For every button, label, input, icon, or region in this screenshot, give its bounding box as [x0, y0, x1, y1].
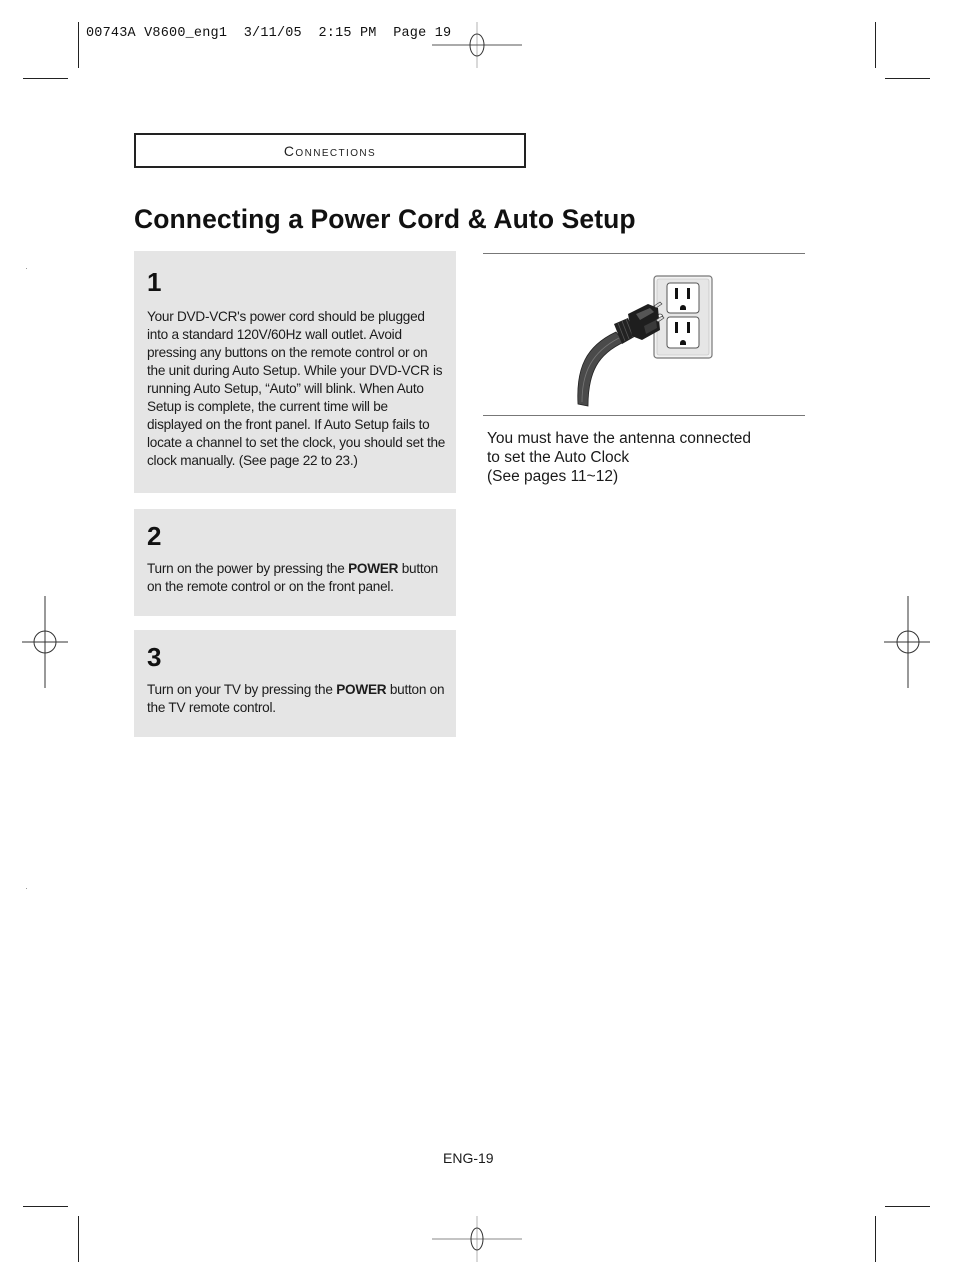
crop-mark — [885, 78, 930, 79]
registration-mark-top — [432, 22, 522, 68]
step-text: Turn on the power by pressing the POWER … — [147, 560, 446, 596]
step-text-body: Turn on the power by pressing the — [147, 561, 349, 576]
page-number: ENG-19 — [443, 1150, 494, 1166]
step-text: Your DVD-VCR's power cord should be plug… — [147, 308, 446, 470]
step-text: Turn on your TV by pressing the POWER bu… — [147, 681, 446, 717]
step-text-body: Turn on your TV by pressing the — [147, 682, 337, 697]
crop-mark — [78, 22, 79, 68]
crop-mark — [23, 78, 68, 79]
slug-time: 2:15 PM — [318, 26, 377, 41]
step-box-1: 1 Your DVD-VCR's power cord should be pl… — [134, 251, 456, 493]
registration-mark-right — [884, 596, 930, 688]
note-line: to set the Auto Clock — [487, 449, 630, 466]
registration-mark-left — [22, 596, 68, 688]
print-speck — [26, 268, 27, 269]
step-box-3: 3 Turn on your TV by pressing the POWER … — [134, 630, 456, 737]
note-line: You must have the antenna connected — [487, 430, 751, 447]
antenna-note: You must have the antenna connected to s… — [487, 429, 751, 486]
divider-top — [483, 253, 805, 254]
crop-mark — [885, 1206, 930, 1207]
crop-mark — [23, 1206, 68, 1207]
step-text-body: Your DVD-VCR's power cord should be plug… — [147, 309, 446, 468]
crop-mark — [875, 1216, 876, 1262]
power-keyword: POWER — [336, 682, 387, 697]
crop-mark — [78, 1216, 79, 1262]
slug-job-id: 00743A — [86, 26, 136, 41]
power-plug-wall-outlet-icon — [577, 275, 713, 407]
note-line: (See pages 11~12) — [487, 468, 619, 485]
divider-bottom — [483, 415, 805, 416]
page-title: Connecting a Power Cord & Auto Setup — [134, 204, 636, 234]
section-label: Connections — [283, 142, 377, 159]
step-box-2: 2 Turn on the power by pressing the POWE… — [134, 509, 456, 616]
slug-date: 3/11/05 — [243, 26, 302, 41]
step-number: 1 — [147, 267, 162, 297]
section-header: Connections — [134, 133, 526, 168]
printer-slug: 00743A V8600_eng1 3/11/05 2:15 PM Page 1… — [86, 26, 451, 41]
slug-file: V8600_eng1 — [144, 26, 228, 41]
registration-mark-bottom — [432, 1216, 522, 1262]
print-speck — [26, 888, 27, 889]
crop-mark — [875, 22, 876, 68]
power-keyword: POWER — [348, 561, 399, 576]
step-number: 2 — [147, 521, 162, 551]
step-number: 3 — [147, 642, 162, 672]
